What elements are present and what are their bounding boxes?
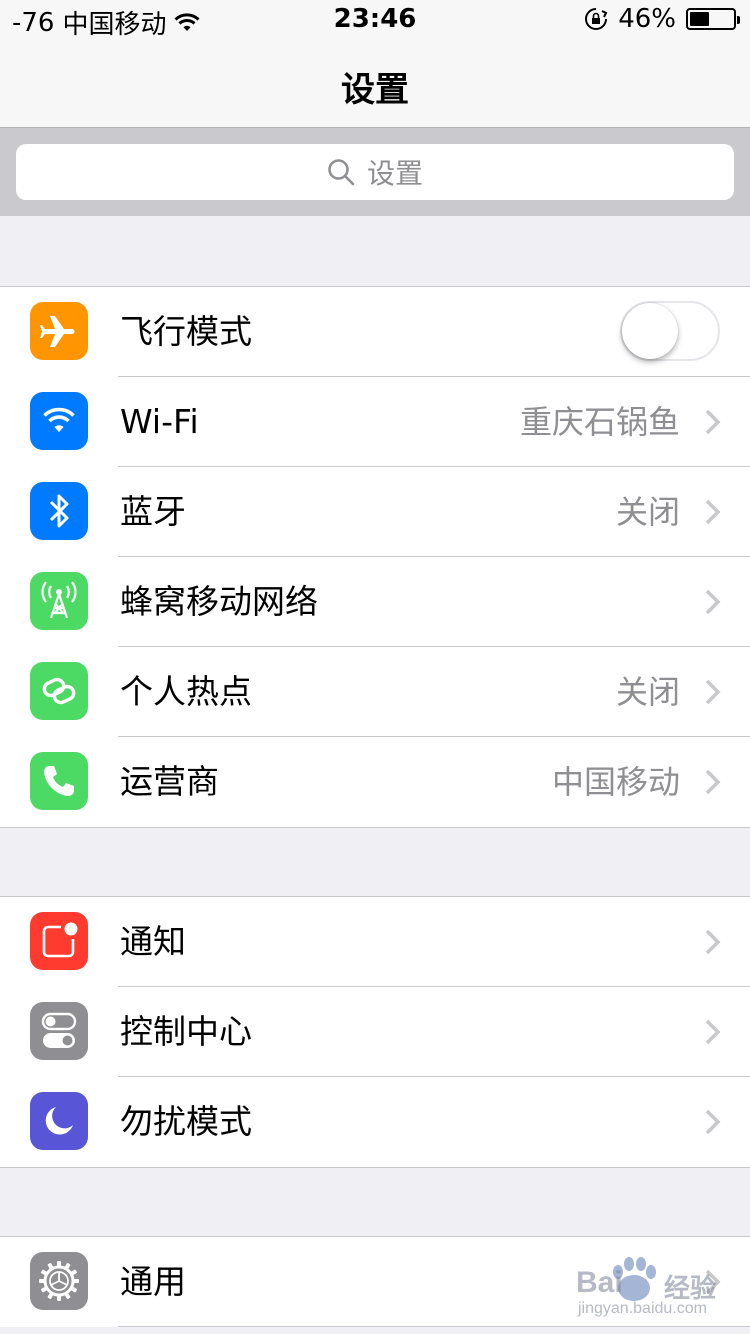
navigation-bar: 设置 xyxy=(0,40,750,128)
chevron-right-icon xyxy=(705,499,721,525)
row-notifications[interactable]: 通知 xyxy=(0,897,750,987)
row-label: 蓝牙 xyxy=(120,492,186,531)
status-right: 46% xyxy=(584,4,740,34)
chevron-right-icon xyxy=(705,1109,721,1135)
control-center-icon xyxy=(30,1002,88,1060)
airplane-icon xyxy=(30,302,88,360)
chevron-right-icon xyxy=(705,409,721,435)
row-wifi[interactable]: Wi-Fi 重庆石锅鱼 xyxy=(0,377,750,467)
cellular-antenna-icon xyxy=(30,572,88,630)
row-separator xyxy=(118,1326,750,1327)
chevron-right-icon xyxy=(705,589,721,615)
airplane-mode-toggle[interactable] xyxy=(620,301,720,361)
row-value: 关闭 xyxy=(615,493,680,531)
row-label: 勿扰模式 xyxy=(120,1102,252,1141)
page-title: 设置 xyxy=(341,70,409,110)
row-cellular[interactable]: 蜂窝移动网络 xyxy=(0,557,750,647)
hotspot-icon xyxy=(30,662,88,720)
row-do-not-disturb[interactable]: 勿扰模式 xyxy=(0,1077,750,1167)
battery-fill xyxy=(690,12,709,26)
row-label: 蜂窝移动网络 xyxy=(120,582,318,621)
row-value: 关闭 xyxy=(615,673,680,711)
row-value: 中国移动 xyxy=(551,763,680,801)
row-label: 个人热点 xyxy=(120,672,252,711)
chevron-right-icon xyxy=(705,929,721,955)
row-carrier[interactable]: 运营商 中国移动 xyxy=(0,737,750,827)
settings-group-connectivity: 飞行模式 Wi-Fi 重庆石锅鱼 蓝牙 关闭 蜂窝移动网络 个人热点 关闭 运营… xyxy=(0,286,750,828)
notifications-icon xyxy=(30,912,88,970)
row-control-center[interactable]: 控制中心 xyxy=(0,987,750,1077)
toggle-knob xyxy=(622,303,678,359)
chevron-right-icon xyxy=(705,769,721,795)
wifi-icon xyxy=(30,392,88,450)
chevron-right-icon xyxy=(705,1019,721,1045)
row-value: 重庆石锅鱼 xyxy=(519,403,680,441)
search-bar: 设置 xyxy=(0,128,750,216)
watermark-brand: Bai xyxy=(576,1266,623,1299)
watermark-url: jingyan.baidu.com xyxy=(578,1300,707,1317)
chevron-right-icon xyxy=(705,679,721,705)
row-label: 飞行模式 xyxy=(120,312,252,351)
settings-group-system: 通知 控制中心 勿扰模式 xyxy=(0,896,750,1168)
baidu-jingyan-watermark: Bai 经验 jingyan.baidu.com xyxy=(576,1256,726,1324)
row-label: 运营商 xyxy=(120,762,219,801)
rotation-lock-icon xyxy=(585,8,608,30)
row-label: 通知 xyxy=(120,922,186,961)
row-label: Wi-Fi xyxy=(120,402,199,441)
row-label: 通用 xyxy=(120,1262,186,1301)
bluetooth-icon xyxy=(30,482,88,540)
phone-icon xyxy=(30,752,88,810)
gear-icon xyxy=(30,1252,88,1310)
row-airplane-mode[interactable]: 飞行模式 xyxy=(0,287,750,377)
row-label: 控制中心 xyxy=(120,1012,252,1051)
row-personal-hotspot[interactable]: 个人热点 关闭 xyxy=(0,647,750,737)
search-placeholder: 设置 xyxy=(366,157,423,190)
search-input[interactable]: 设置 xyxy=(16,144,734,200)
row-bluetooth[interactable]: 蓝牙 关闭 xyxy=(0,467,750,557)
battery-icon xyxy=(686,8,740,30)
moon-icon xyxy=(30,1092,88,1150)
battery-percent: 46% xyxy=(618,4,676,34)
status-bar: -76 中国移动 23:46 46% xyxy=(0,0,750,40)
search-icon xyxy=(328,159,355,186)
